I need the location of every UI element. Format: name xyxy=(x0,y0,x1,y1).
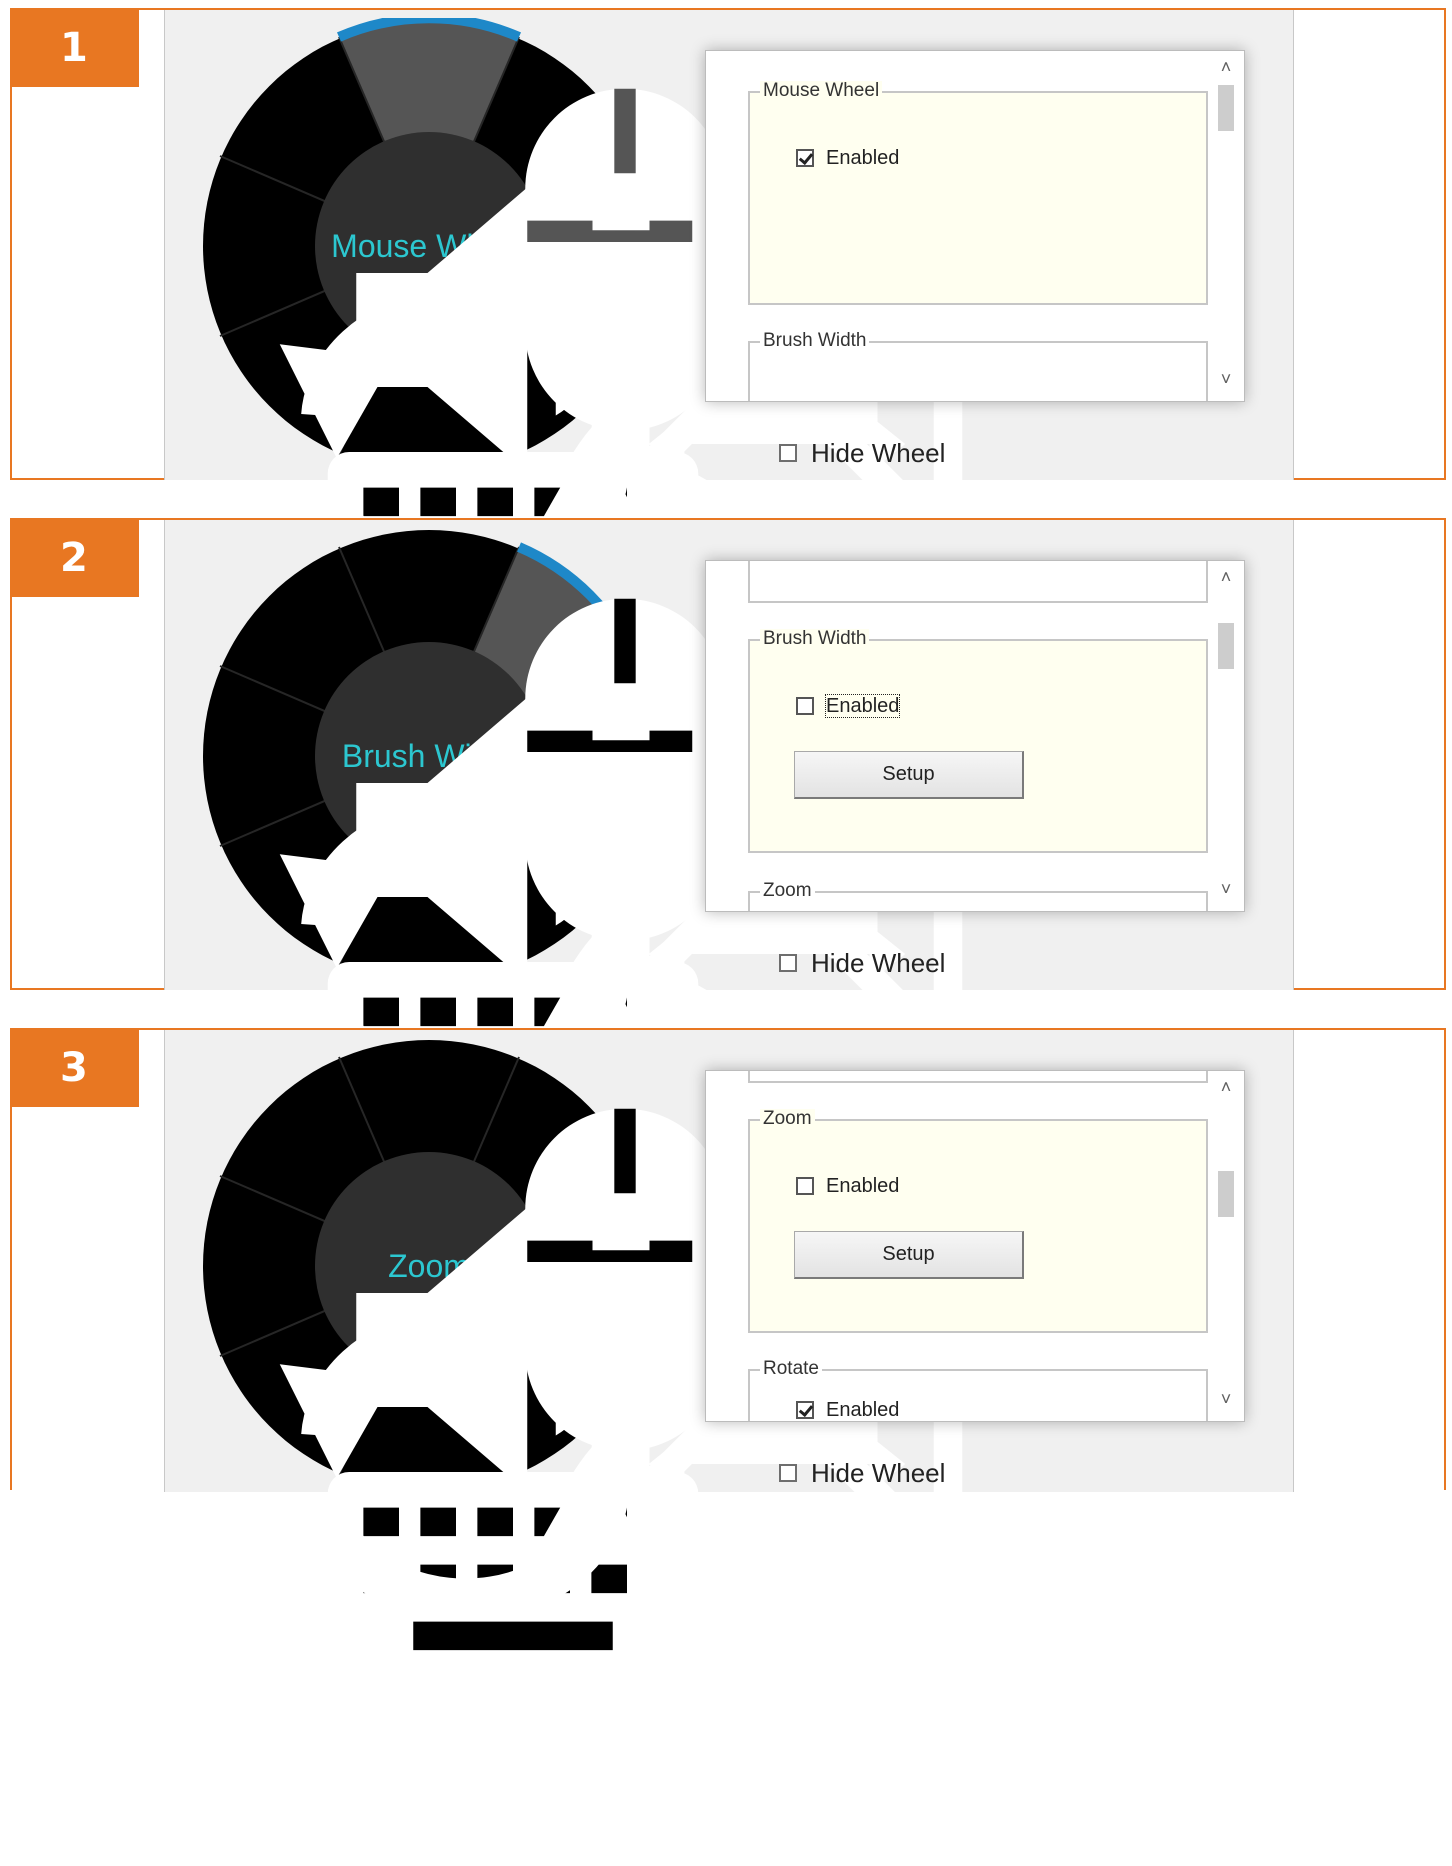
volume-icon[interactable] xyxy=(285,612,741,1068)
hide-wheel-label: Hide Wheel xyxy=(811,948,946,978)
scrollbar[interactable]: ˄ ˅ xyxy=(1208,51,1244,401)
scroll-thumb[interactable] xyxy=(1218,85,1234,131)
settings-panel: Zoom Zoom Enabled Setup Rotate Enabled ˄… xyxy=(164,1030,1294,1799)
hide-wheel-label: Hide Wheel xyxy=(811,438,946,468)
radial-menu-wheel[interactable]: Brush Width xyxy=(201,528,963,1289)
settings-listbox[interactable]: Brush Width Enabled Setup Zoom ˄ ˅ xyxy=(705,560,1245,912)
step-number-badge: 3 xyxy=(12,1030,139,1107)
scroll-up-icon[interactable]: ˄ xyxy=(1208,53,1244,81)
setup-button[interactable]: Setup xyxy=(794,1231,1024,1279)
group-title: Zoom xyxy=(760,881,815,901)
settings-listbox[interactable]: Mouse Wheel Enabled Brush Width ˄ ˅ xyxy=(705,50,1245,402)
step-number-badge: 1 xyxy=(12,10,139,87)
group-rotate: Rotate Enabled xyxy=(748,1359,1208,1421)
step-1: 1 Mouse Wheel Mouse Wheel Enabled Brush … xyxy=(10,8,1446,779)
scroll-down-icon[interactable]: ˅ xyxy=(1208,875,1244,903)
scrollbar[interactable]: ˄ ˅ xyxy=(1208,561,1244,911)
scroll-up-icon[interactable]: ˄ xyxy=(1208,1073,1244,1101)
volume-icon[interactable] xyxy=(285,102,741,558)
hide-wheel-checkbox[interactable] xyxy=(779,954,797,972)
enabled-checkbox[interactable] xyxy=(796,697,814,715)
group-brush-width: Brush Width xyxy=(748,331,1208,401)
enabled-label: Enabled xyxy=(824,694,901,718)
volume-icon[interactable] xyxy=(285,1122,741,1578)
settings-panel: Mouse Wheel Mouse Wheel Enabled Brush Wi… xyxy=(164,10,1294,779)
group-title: Zoom xyxy=(760,1109,815,1129)
enabled-label: Enabled xyxy=(826,147,900,169)
hide-wheel-checkbox[interactable] xyxy=(779,444,797,462)
enabled-label: Enabled xyxy=(826,1399,900,1421)
group-title: Brush Width xyxy=(760,629,870,649)
scrollbar[interactable]: ˄ ˅ xyxy=(1208,1071,1244,1421)
setup-button[interactable]: Setup xyxy=(794,751,1024,799)
step-3: 3 Zoom Zoom Enabled Setup Rotate Enabled… xyxy=(10,1028,1446,1799)
enabled-checkbox[interactable] xyxy=(796,1177,814,1195)
radial-menu-wheel[interactable]: Zoom xyxy=(201,1038,963,1799)
enabled-checkbox[interactable] xyxy=(796,149,814,167)
settings-listbox[interactable]: Zoom Enabled Setup Rotate Enabled ˄ ˅ xyxy=(705,1070,1245,1422)
group-title: Brush Width xyxy=(760,331,870,351)
group-previous xyxy=(748,561,1208,603)
group-brush-width: Brush Width Enabled Setup xyxy=(748,629,1208,853)
settings-panel: Brush Width Brush Width Enabled Setup Zo… xyxy=(164,520,1294,1289)
group-previous xyxy=(748,1071,1208,1083)
group-mouse-wheel: Mouse Wheel Enabled xyxy=(748,81,1208,305)
enabled-checkbox[interactable] xyxy=(796,1401,814,1419)
group-zoom: Zoom Enabled Setup xyxy=(748,1109,1208,1333)
hide-wheel-label: Hide Wheel xyxy=(811,1458,946,1488)
step-2: 2 Brush Width Brush Width Enabled Setup … xyxy=(10,518,1446,1289)
scroll-thumb[interactable] xyxy=(1218,1171,1234,1217)
step-number-badge: 2 xyxy=(12,520,139,597)
scroll-up-icon[interactable]: ˄ xyxy=(1208,563,1244,591)
scroll-thumb[interactable] xyxy=(1218,623,1234,669)
group-title: Rotate xyxy=(760,1359,822,1379)
group-title: Mouse Wheel xyxy=(760,81,883,101)
enabled-label: Enabled xyxy=(826,1175,900,1197)
scroll-down-icon[interactable]: ˅ xyxy=(1208,1385,1244,1413)
hide-wheel-checkbox[interactable] xyxy=(779,1464,797,1482)
radial-menu-wheel[interactable]: Mouse Wheel xyxy=(201,18,963,779)
group-zoom: Zoom xyxy=(748,881,1208,911)
scroll-down-icon[interactable]: ˅ xyxy=(1208,365,1244,393)
